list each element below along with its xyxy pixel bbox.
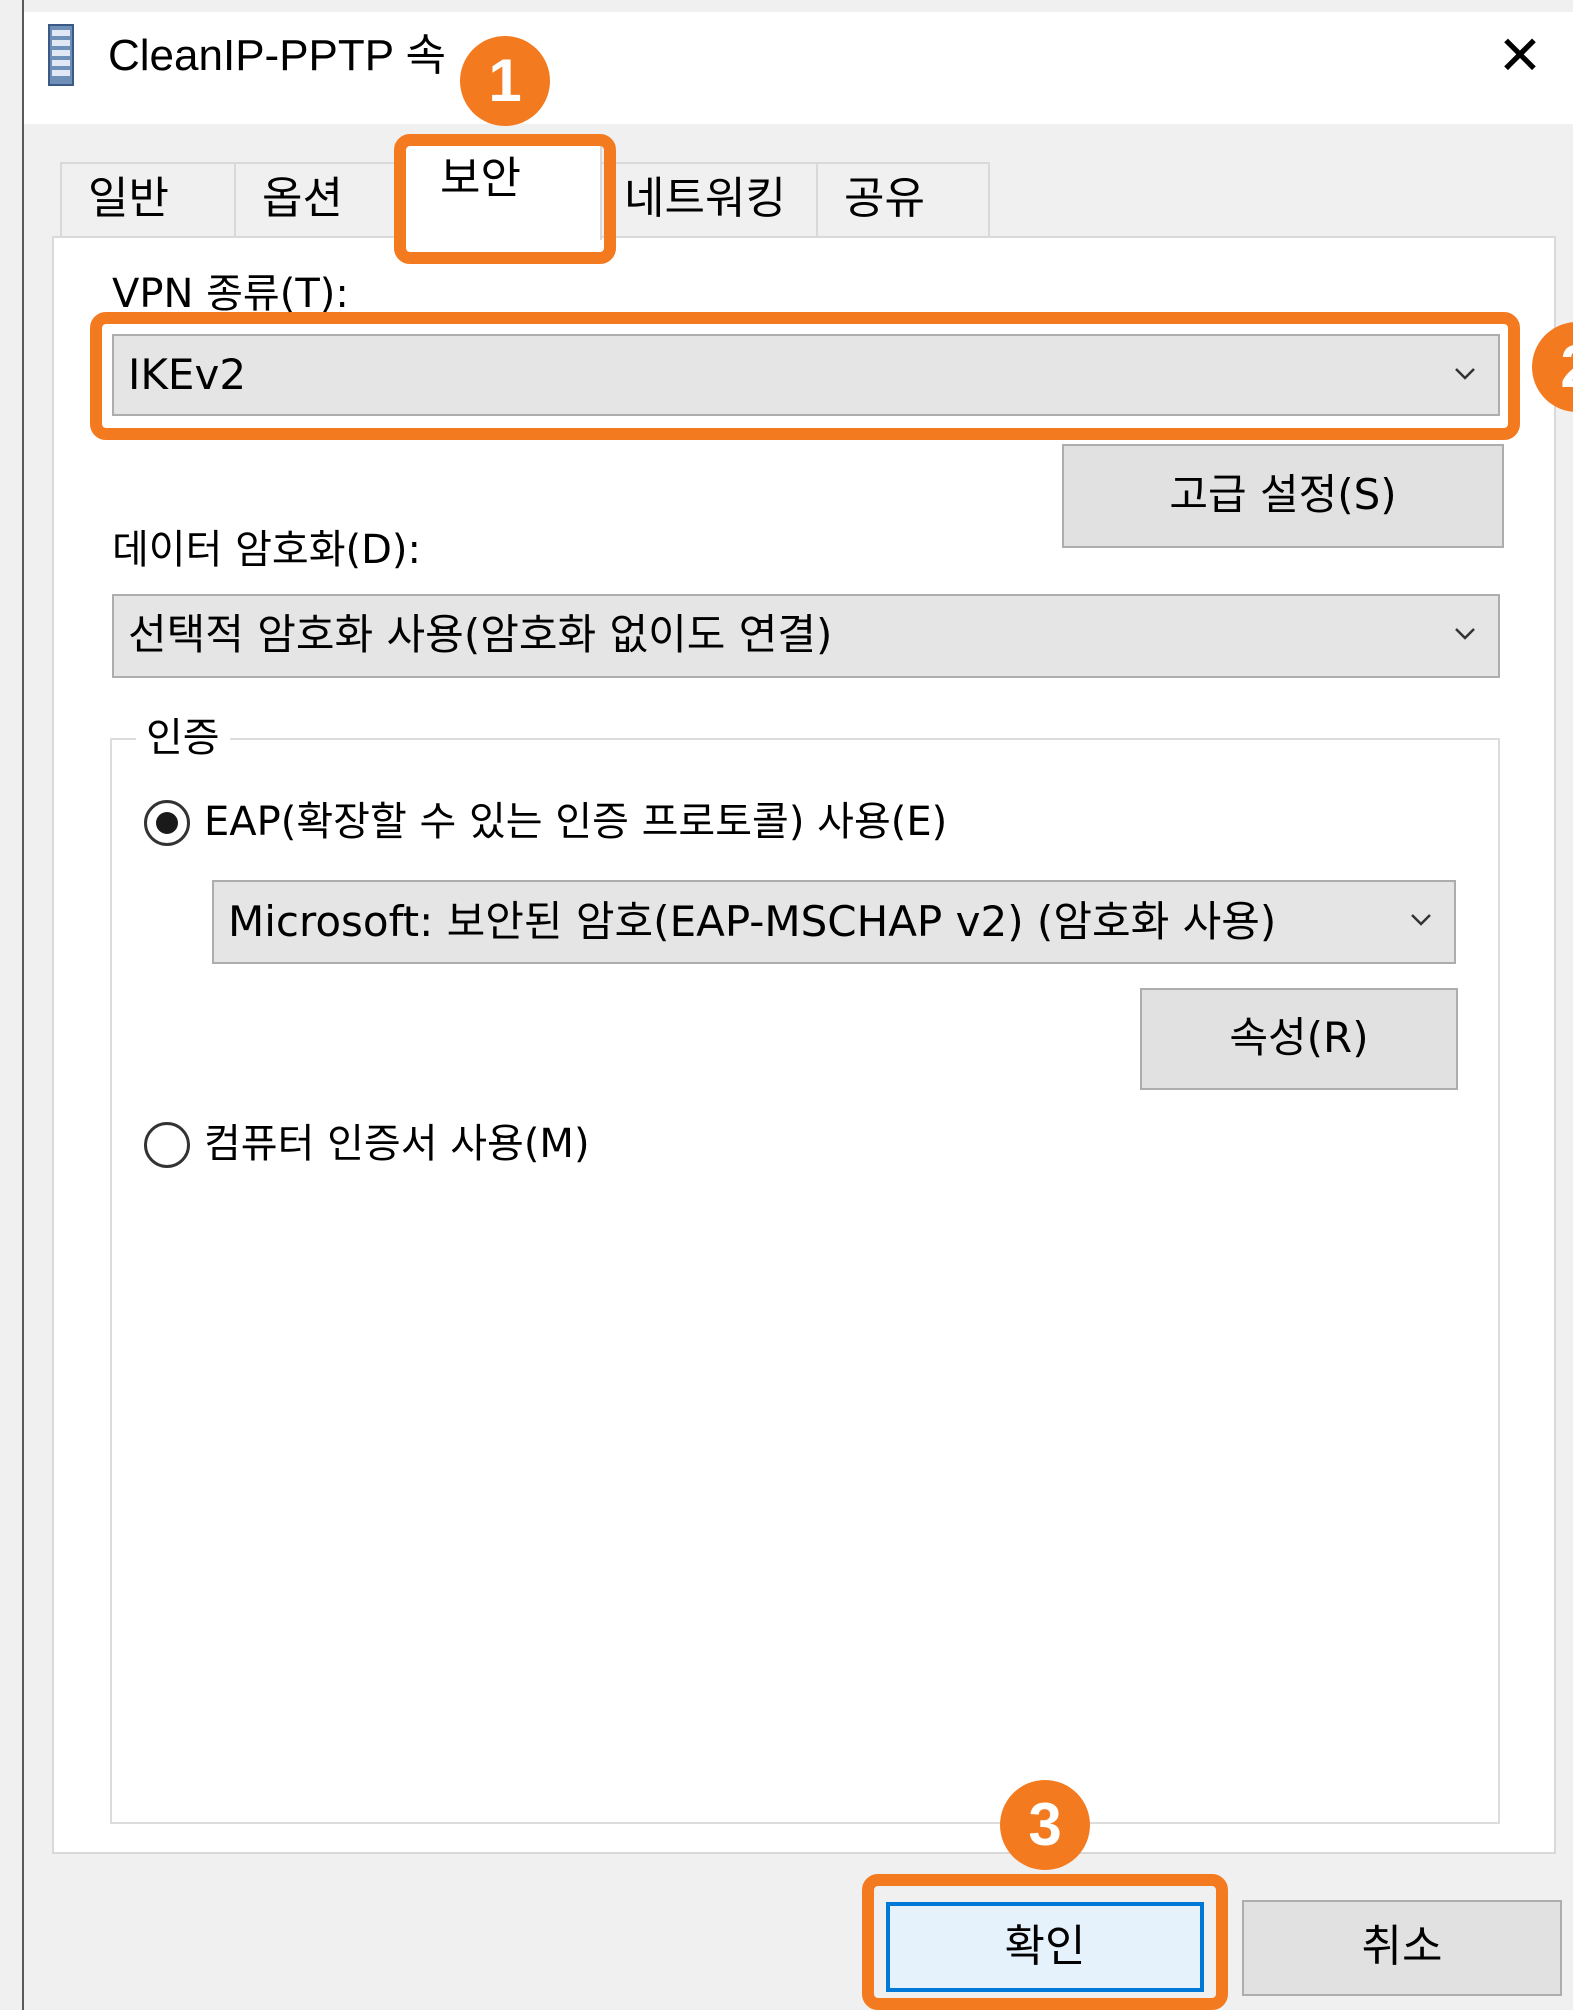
chevron-down-icon bbox=[1411, 914, 1431, 926]
properties-button[interactable]: 속성(R) bbox=[1140, 988, 1458, 1090]
encryption-label: 데이터 암호화(D): bbox=[112, 527, 422, 573]
highlight-vpn-type bbox=[90, 312, 1520, 440]
eap-method-value: Microsoft: 보안된 암호(EAP-MSCHAP v2) (암호화 사용… bbox=[228, 897, 1277, 946]
encryption-select[interactable]: 선택적 암호화 사용(암호화 없이도 연결) bbox=[112, 594, 1500, 678]
properties-label: 속성(R) bbox=[1229, 1013, 1369, 1062]
encryption-value: 선택적 암호화 사용(암호화 없이도 연결) bbox=[128, 610, 833, 659]
properties-dialog: CleanIP-PPTP 속 ✕ 일반 옵션 보안 네트워킹 공유 VPN 종류… bbox=[0, 0, 1573, 2010]
chevron-down-icon bbox=[1455, 628, 1475, 640]
radio-selected-dot bbox=[156, 812, 178, 834]
certificate-radio[interactable] bbox=[144, 1122, 190, 1168]
close-icon[interactable]: ✕ bbox=[1490, 26, 1550, 86]
tab-general[interactable]: 일반 bbox=[60, 162, 236, 236]
advanced-settings-button[interactable]: 고급 설정(S) bbox=[1062, 444, 1504, 548]
eap-method-select[interactable]: Microsoft: 보안된 암호(EAP-MSCHAP v2) (암호화 사용… bbox=[212, 880, 1456, 964]
tab-networking[interactable]: 네트워킹 bbox=[600, 162, 818, 236]
tab-label: 네트워킹 bbox=[624, 173, 786, 224]
step-badge-3: 3 bbox=[1000, 1780, 1090, 1870]
tab-options[interactable]: 옵션 bbox=[234, 162, 404, 236]
cancel-label: 취소 bbox=[1361, 1921, 1443, 1972]
highlight-security-tab bbox=[394, 134, 616, 264]
highlight-ok-button bbox=[862, 1874, 1228, 2010]
certificate-radio-label[interactable]: 컴퓨터 인증서 사용(M) bbox=[204, 1120, 590, 1168]
step-badge-1: 1 bbox=[460, 36, 550, 126]
authentication-group-label: 인증 bbox=[136, 712, 230, 764]
tab-label: 옵션 bbox=[262, 173, 343, 224]
eap-radio-label[interactable]: EAP(확장할 수 있는 인증 프로토콜) 사용(E) bbox=[204, 798, 947, 846]
vpn-type-label: VPN 종류(T): bbox=[112, 271, 349, 317]
window-border bbox=[22, 0, 24, 2010]
tab-sharing[interactable]: 공유 bbox=[816, 162, 990, 236]
tab-label: 일반 bbox=[88, 173, 169, 224]
eap-radio[interactable] bbox=[144, 800, 190, 846]
tab-label: 공유 bbox=[844, 173, 925, 224]
window-title: CleanIP-PPTP 속 bbox=[108, 31, 447, 80]
advanced-settings-label: 고급 설정(S) bbox=[1169, 470, 1397, 519]
cancel-button[interactable]: 취소 bbox=[1242, 1900, 1562, 1996]
phonebook-icon bbox=[48, 24, 74, 86]
